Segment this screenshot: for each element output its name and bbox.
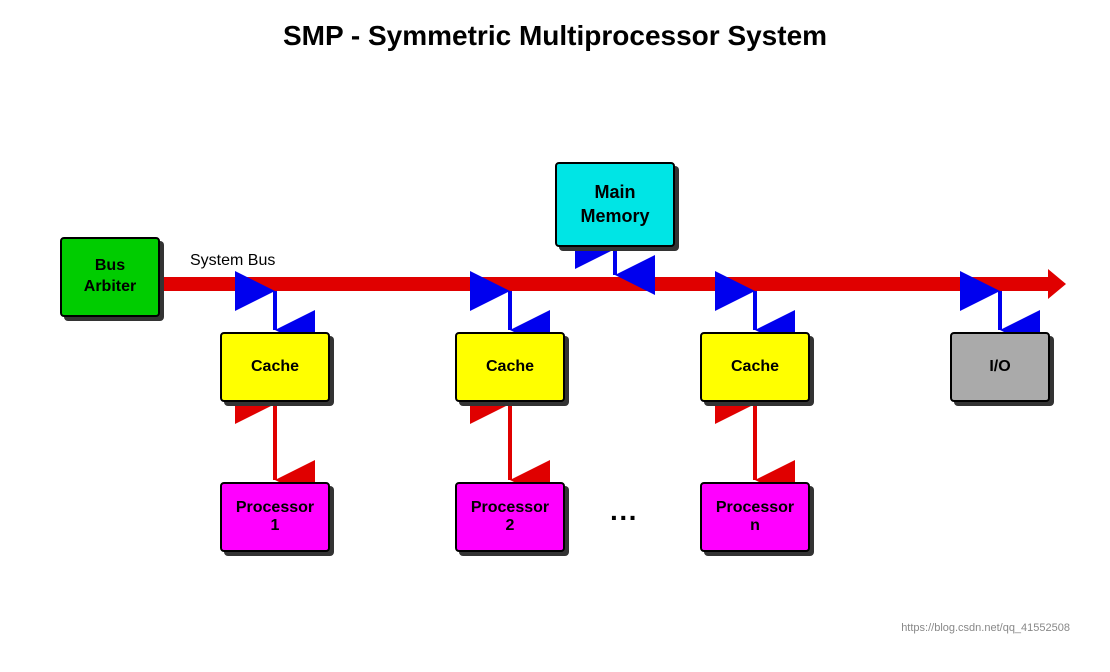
dots-separator: ··· xyxy=(610,502,638,534)
processor-n-box: Processorn xyxy=(700,482,810,552)
main-memory-label: MainMemory xyxy=(580,181,649,228)
watermark: https://blog.csdn.net/qq_41552508 xyxy=(901,622,1070,634)
processor-n-label: Processorn xyxy=(716,499,794,535)
cache-2-box: Cache xyxy=(455,332,565,402)
processor-1-label: Processor1 xyxy=(236,499,314,535)
processor-2-label: Processor2 xyxy=(471,499,549,535)
cache-1-box: Cache xyxy=(220,332,330,402)
cache-1-label: Cache xyxy=(251,358,299,376)
page-title: SMP - Symmetric Multiprocessor System xyxy=(30,20,1080,52)
cache-3-label: Cache xyxy=(731,358,779,376)
processor-2-box: Processor2 xyxy=(455,482,565,552)
cache-2-label: Cache xyxy=(486,358,534,376)
main-memory-box: MainMemory xyxy=(555,162,675,247)
io-box: I/O xyxy=(950,332,1050,402)
page-container: SMP - Symmetric Multiprocessor System Sy… xyxy=(0,0,1110,672)
bus-arbiter-box: BusArbiter xyxy=(60,237,160,317)
cache-3-box: Cache xyxy=(700,332,810,402)
diagram-area: System Bus MainMemory BusArbiter Cache C… xyxy=(30,82,1080,642)
io-label: I/O xyxy=(989,358,1010,376)
bus-arbiter-label: BusArbiter xyxy=(84,256,136,298)
processor-1-box: Processor1 xyxy=(220,482,330,552)
